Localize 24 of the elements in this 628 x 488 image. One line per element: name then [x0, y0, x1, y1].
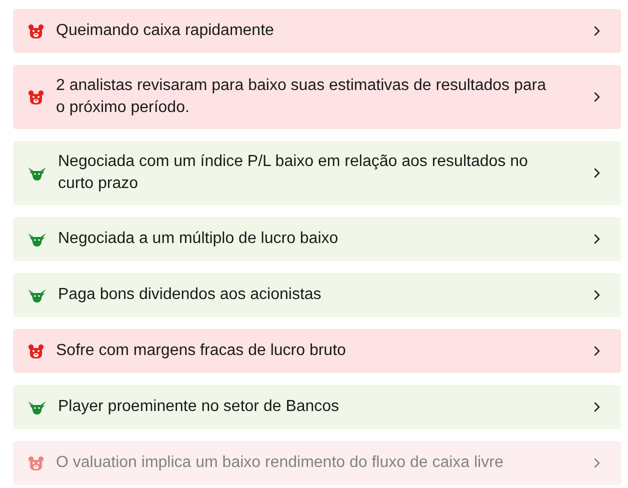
reason-text: Queimando caixa rapidamente — [56, 21, 275, 41]
reason-row[interactable]: 2 analistas revisaram para baixo suas estimativas de resultados para o próximo período. — [13, 65, 621, 129]
reason-row[interactable]: Negociada a um múltiplo de lucro baixo — [13, 217, 621, 261]
bear-icon — [28, 456, 44, 470]
reason-text: Sofre com margens fracas de lucro bruto — [56, 341, 347, 361]
reason-row[interactable]: Player proeminente no setor de Bancos — [13, 385, 621, 429]
reason-text: Negociada com um índice P/L baixo em relação aos resultados no curto prazo — [58, 152, 529, 194]
bull-icon — [28, 288, 46, 302]
bull-icon — [28, 166, 46, 180]
reason-row[interactable]: Paga bons dividendos aos acionistas — [13, 273, 621, 317]
reason-row[interactable]: Queimando caixa rapidamente — [13, 9, 621, 53]
bear-icon — [28, 24, 44, 38]
bull-icon — [28, 400, 46, 414]
bear-icon — [28, 344, 44, 358]
reason-row[interactable]: Negociada com um índice P/L baixo em relação aos resultados no curto prazo — [13, 141, 621, 205]
bull-icon — [28, 232, 46, 246]
reason-text: Player proeminente no setor de Bancos — [58, 397, 340, 417]
bear-icon — [28, 90, 44, 104]
reason-text: 2 analistas revisaram para baixo suas estimativas de resultados para o próximo período. — [56, 76, 548, 118]
reason-text: Negociada a um múltiplo de lucro baixo — [58, 229, 340, 249]
reason-text: O valuation implica um baixo rendimento do fluxo de caixa livre — [56, 453, 504, 473]
reason-row[interactable]: Sofre com margens fracas de lucro bruto — [13, 329, 621, 373]
reason-text: Paga bons dividendos aos acionistas — [58, 285, 322, 305]
reason-row[interactable]: O valuation implica um baixo rendimento do fluxo de caixa livre — [13, 441, 621, 485]
